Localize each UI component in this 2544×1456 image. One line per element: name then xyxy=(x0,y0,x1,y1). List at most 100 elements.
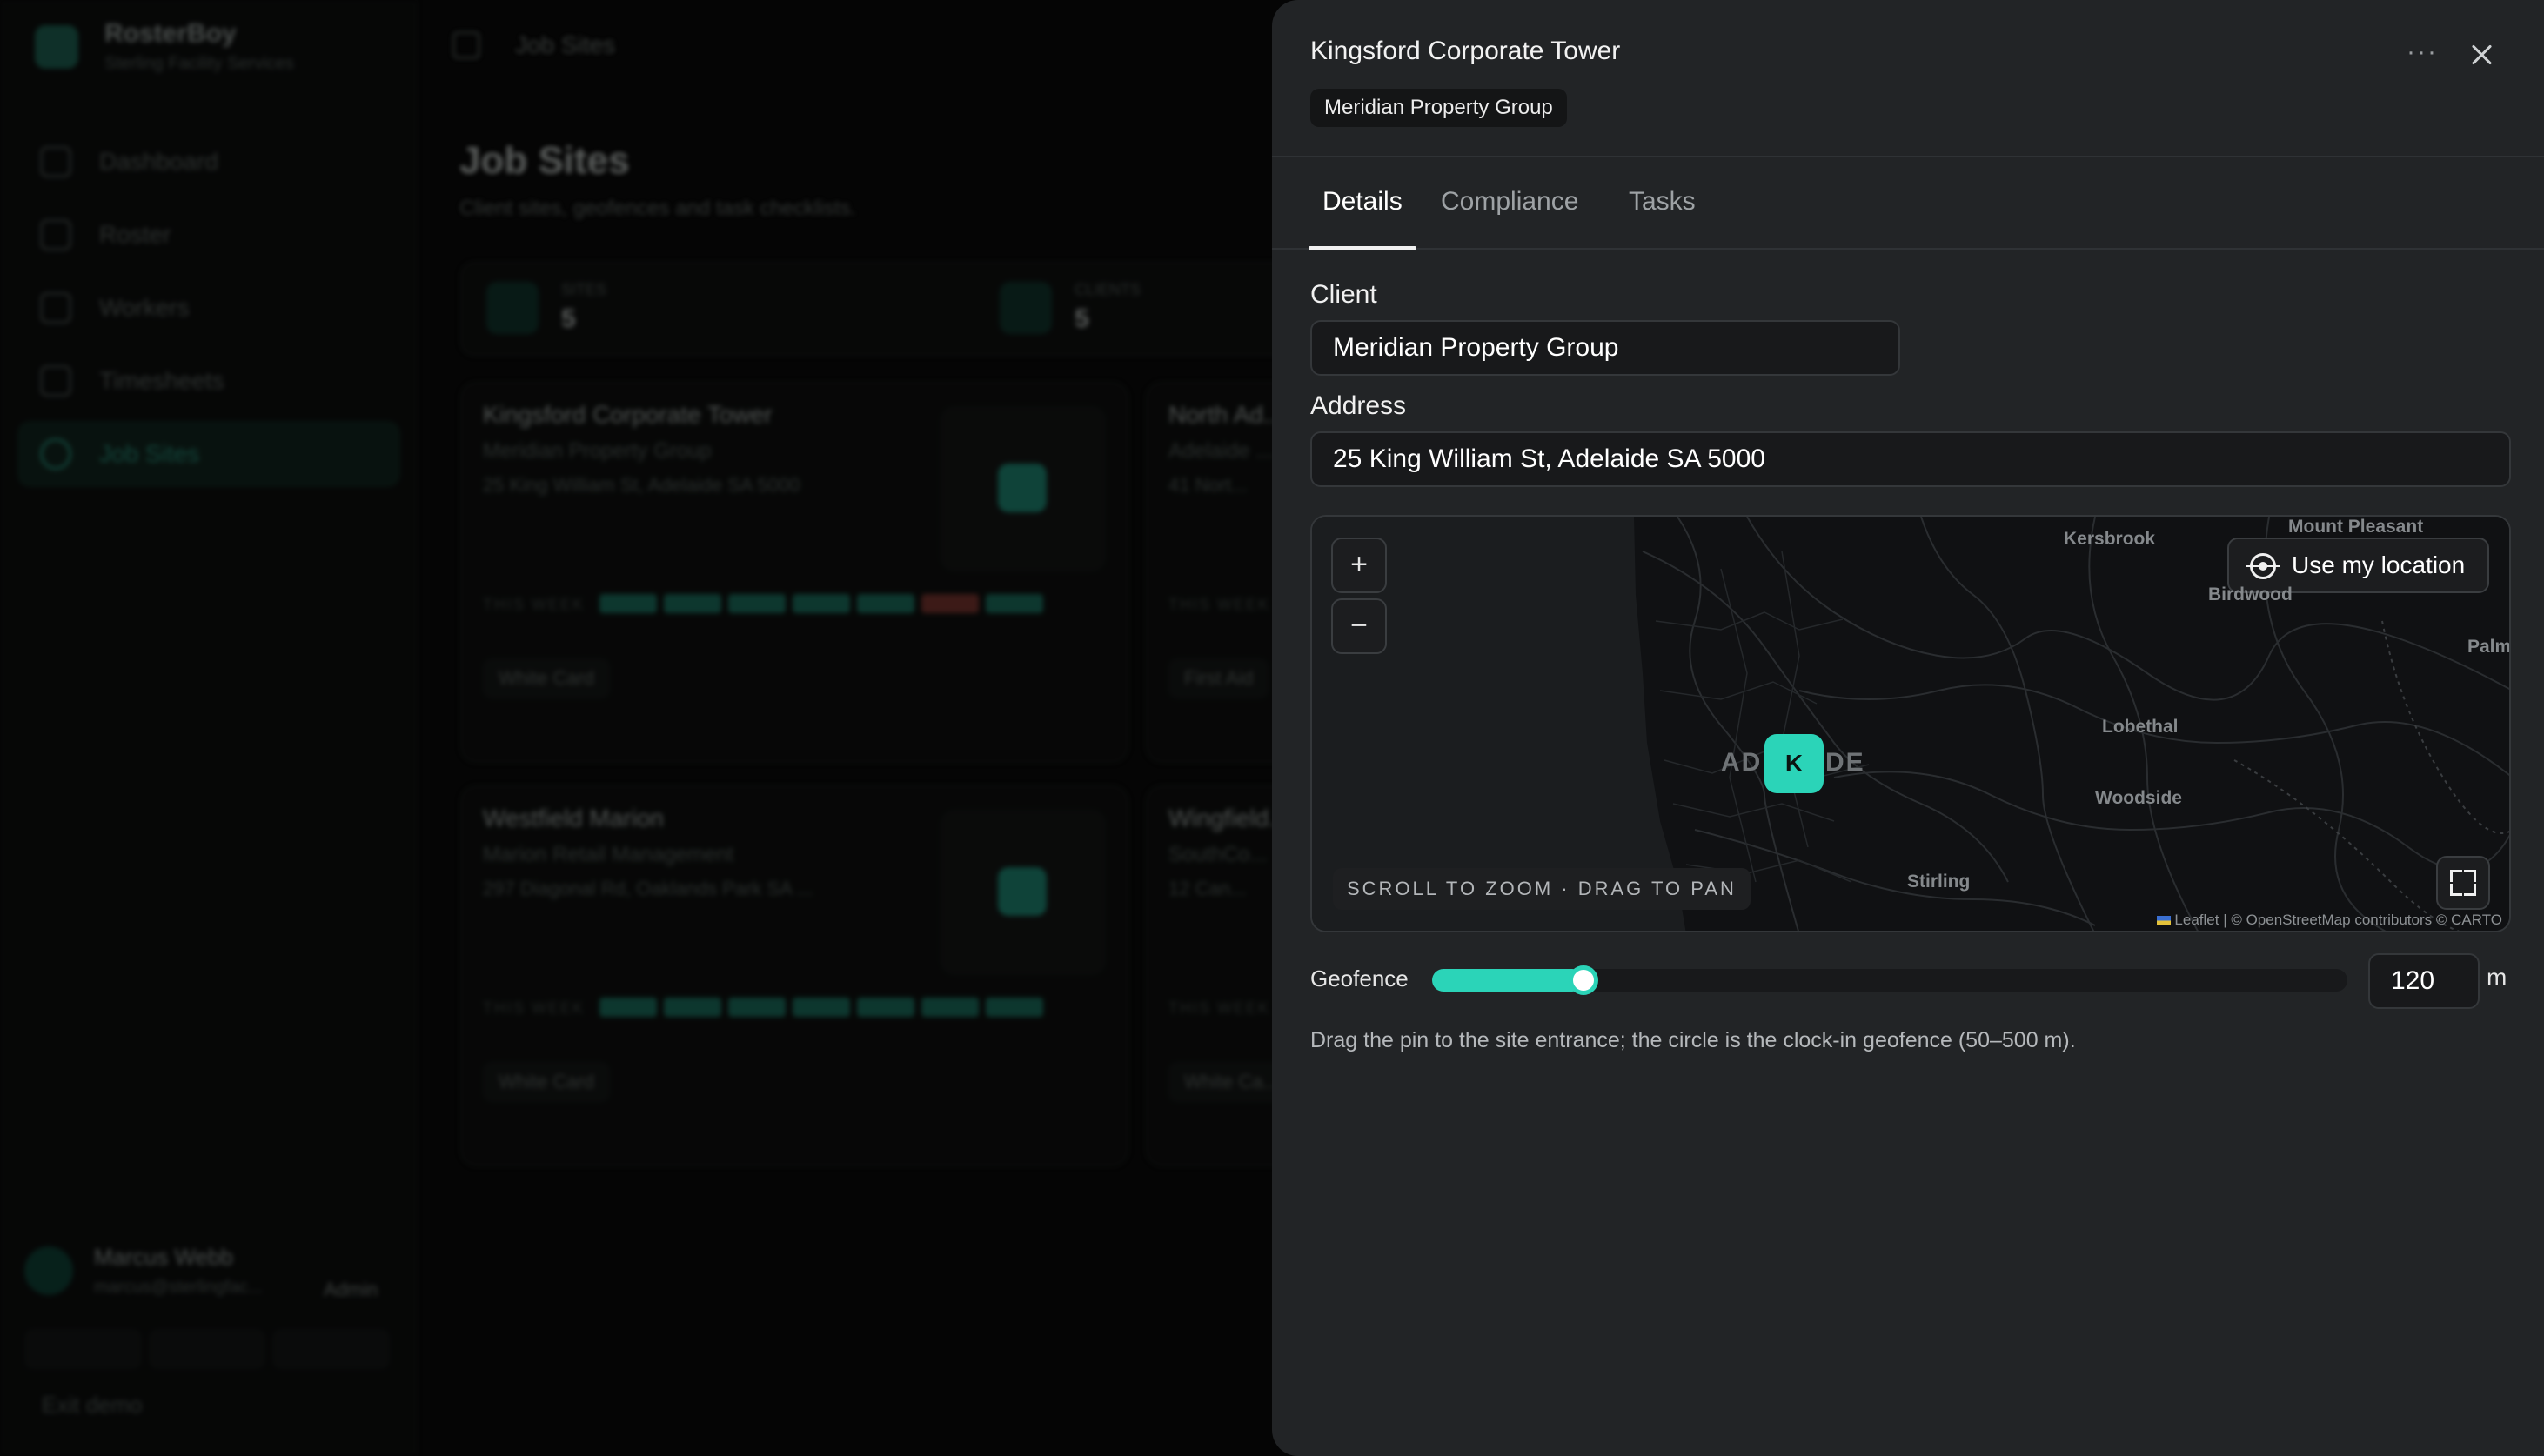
zoom-in-button[interactable]: + xyxy=(1331,538,1387,593)
geofence-label: Geofence xyxy=(1310,965,1409,992)
theme-option-system[interactable] xyxy=(272,1329,391,1369)
tab-tasks[interactable]: Tasks xyxy=(1629,187,1696,250)
site-card-address: 41 Nort... xyxy=(1168,474,1248,496)
site-card-client: SouthCo... xyxy=(1168,843,1268,866)
site-card[interactable]: Kingsford Corporate Tower Meridian Prope… xyxy=(459,381,1129,764)
leaflet-link[interactable]: Leaflet xyxy=(2174,912,2219,928)
site-card-client: Marion Retail Management xyxy=(483,843,734,866)
site-card-address: 25 King William St, Adelaide SA 5000 xyxy=(483,474,800,496)
address-input[interactable]: 25 King William St, Adelaide SA 5000 xyxy=(1310,431,2511,487)
site-card-name: North Ad... xyxy=(1168,401,1284,428)
site-pin-marker[interactable]: K xyxy=(1764,734,1824,793)
geofence-unit: m xyxy=(2487,964,2507,991)
tab-compliance[interactable]: Compliance xyxy=(1441,187,1578,250)
more-options-icon[interactable]: ··· xyxy=(2403,35,2441,73)
building-icon xyxy=(486,281,539,334)
page-title: Job Sites xyxy=(459,139,630,182)
geofence-slider[interactable] xyxy=(1432,965,2347,995)
user-profile[interactable]: Marcus Webb marcus@sterlingfac... xyxy=(24,1244,263,1298)
week-coverage xyxy=(599,998,1043,1017)
requirement-chip: First Aid xyxy=(1168,658,1269,698)
zoom-out-button[interactable]: − xyxy=(1331,598,1387,654)
avatar xyxy=(24,1246,73,1295)
map-pin-icon xyxy=(998,464,1047,512)
week-coverage xyxy=(599,594,1043,613)
theme-switcher xyxy=(24,1329,391,1369)
geofence-input[interactable]: 120 xyxy=(2368,953,2480,1009)
app-root: RosterBoy Sterling Facility Services Das… xyxy=(0,0,2544,1456)
map-attribution: Leaflet | © OpenStreetMap contributors ©… xyxy=(2157,912,2502,929)
sidebar-item-workers[interactable]: Workers xyxy=(17,275,400,341)
brand: RosterBoy Sterling Facility Services xyxy=(35,19,294,74)
map-label-lobethal: Lobethal xyxy=(2102,717,2179,737)
site-card-name: Wingfield... xyxy=(1168,805,1289,832)
clock-icon xyxy=(40,365,71,397)
sidebar-item-job-sites[interactable]: Job Sites xyxy=(17,421,400,487)
client-badge: Meridian Property Group xyxy=(1310,89,1567,127)
use-my-location-label: Use my location xyxy=(2292,551,2466,578)
stat-value: 5 xyxy=(1075,304,1089,333)
sidebar-item-label: Roster xyxy=(99,221,171,248)
brand-subtitle: Sterling Facility Services xyxy=(104,54,294,73)
requirement-chip: White Card xyxy=(483,1062,611,1102)
topbar: Job Sites xyxy=(452,31,615,59)
client-label: Client xyxy=(1310,280,1377,309)
sidebar-toggle-icon[interactable] xyxy=(452,31,480,59)
site-map-thumbnail xyxy=(941,406,1106,571)
map-label-birdwood: Birdwood xyxy=(2208,584,2293,604)
site-map[interactable]: + − Use my location Kersbrook Mount Plea… xyxy=(1310,515,2511,932)
users-icon xyxy=(40,292,71,324)
map-label-stirling: Stirling xyxy=(1907,872,1971,892)
stat-clients: CLIENTS 5 xyxy=(1000,281,1141,334)
theme-option-dark[interactable] xyxy=(148,1329,266,1369)
address-label: Address xyxy=(1310,391,1407,420)
map-pin-icon xyxy=(40,438,71,470)
geofence-slider-fill xyxy=(1432,969,1583,992)
map-pin-icon xyxy=(998,867,1047,916)
panel-tabs: Details Compliance Tasks xyxy=(1272,157,2544,250)
user-name: Marcus Webb xyxy=(94,1244,233,1270)
panel-header: Kingsford Corporate Tower Meridian Prope… xyxy=(1272,0,2544,157)
geofence-slider-thumb[interactable] xyxy=(1569,965,1598,995)
site-card-client: Adelaide ... xyxy=(1168,439,1274,463)
stat-value: 5 xyxy=(561,304,576,333)
stat-label: SITES xyxy=(561,281,607,298)
week-label: THIS WEEK xyxy=(483,999,586,1017)
requirement-chip: White Card xyxy=(483,658,611,698)
attribution-text: | © OpenStreetMap contributors © CARTO xyxy=(2219,912,2502,928)
map-label-adelaide: AD xyxy=(1721,748,1763,777)
fullscreen-icon[interactable] xyxy=(2436,856,2490,910)
panel-title: Kingsford Corporate Tower xyxy=(1310,37,1621,65)
site-card-address: 297 Diagonal Rd, Oaklands Park SA ... xyxy=(483,878,813,899)
sidebar: RosterBoy Sterling Facility Services Das… xyxy=(0,0,418,1456)
sidebar-item-label: Workers xyxy=(99,294,190,321)
site-card-client: Meridian Property Group xyxy=(483,439,712,463)
map-label-mount-pleasant: Mount Pleasant xyxy=(2288,517,2424,537)
site-card-name: Kingsford Corporate Tower xyxy=(483,401,773,428)
site-detail-panel: Kingsford Corporate Tower Meridian Prope… xyxy=(1272,0,2544,1456)
sidebar-item-label: Dashboard xyxy=(99,148,218,175)
user-email: marcus@sterlingfac... xyxy=(94,1278,263,1297)
tab-details[interactable]: Details xyxy=(1309,187,1416,250)
week-label: THIS WEEK xyxy=(1168,596,1271,613)
week-label: THIS WEEK xyxy=(1168,999,1271,1017)
map-label-woodside: Woodside xyxy=(2095,788,2182,808)
breadcrumb: Job Sites xyxy=(515,31,616,58)
sidebar-item-roster[interactable]: Roster xyxy=(17,202,400,268)
site-card[interactable]: Westfield Marion Marion Retail Managemen… xyxy=(459,785,1129,1167)
page-subtitle: Client sites, geofences and task checkli… xyxy=(459,197,857,220)
site-card-name: Westfield Marion xyxy=(483,805,665,832)
sidebar-item-dashboard[interactable]: Dashboard xyxy=(17,129,400,195)
background-app: RosterBoy Sterling Facility Services Das… xyxy=(0,0,1815,1456)
client-select[interactable]: Meridian Property Group xyxy=(1310,320,1900,376)
exit-demo-link[interactable]: Exit demo xyxy=(42,1392,143,1419)
sidebar-item-label: Job Sites xyxy=(99,440,200,467)
brand-name: RosterBoy xyxy=(104,19,237,48)
map-label-adelaide: DE xyxy=(1825,748,1865,777)
brand-logo-icon xyxy=(35,24,78,69)
close-icon[interactable] xyxy=(2462,37,2500,75)
sidebar-item-timesheets[interactable]: Timesheets xyxy=(17,348,400,414)
sidebar-item-label: Timesheets xyxy=(99,367,224,394)
theme-option-light[interactable] xyxy=(24,1329,142,1369)
map-hint: SCROLL TO ZOOM · DRAG TO PAN xyxy=(1333,868,1751,910)
